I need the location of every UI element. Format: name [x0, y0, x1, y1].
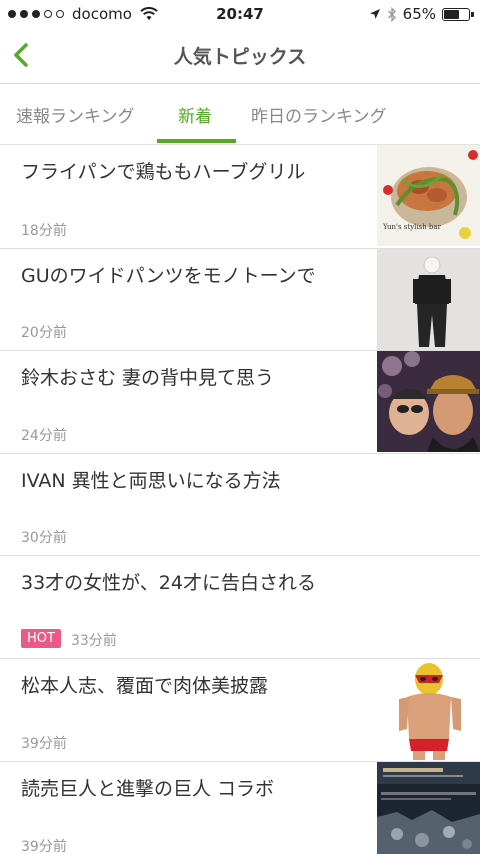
image-caption: Yun's stylish bar [382, 223, 442, 231]
list-item[interactable]: IVAN 異性と両思いになる方法 30分前 [0, 454, 480, 556]
topic-list: フライパンで鶏ももハーブグリル 18分前 Yun's stylish bar G… [0, 145, 480, 854]
article-title: 33才の女性が、24才に告白される [21, 572, 316, 594]
article-time: 18分前 [21, 223, 67, 239]
article-title: IVAN 異性と両思いになる方法 [21, 470, 281, 492]
article-time: 39分前 [21, 839, 67, 854]
tab-breaking-ranking[interactable]: 速報ランキング [16, 102, 135, 127]
list-item[interactable]: GUのワイドパンツをモノトーンで 20分前 [0, 249, 480, 351]
article-time: 20分前 [21, 325, 67, 341]
article-title: フライパンで鶏ももハーブグリル [21, 161, 306, 183]
page-title: 人気トピックス [173, 46, 307, 68]
bluetooth-icon [387, 6, 396, 22]
article-title: 松本人志、覆面で肉体美披露 [21, 675, 269, 697]
article-title: 読売巨人と進撃の巨人 コラボ [21, 778, 275, 800]
article-time: 30分前 [21, 530, 67, 546]
tab-bar: 速報ランキング 新着 昨日のランキング [0, 85, 480, 145]
nav-bar: 人気トピックス [0, 28, 480, 84]
attack-on-titan-collab-poster [377, 762, 480, 854]
active-tab-indicator [157, 139, 236, 143]
hot-badge: HOT [21, 629, 61, 648]
tab-new[interactable]: 新着 [178, 102, 212, 127]
list-item[interactable]: 読売巨人と進撃の巨人 コラボ 39分前 [0, 762, 480, 854]
battery-fill [444, 9, 459, 19]
location-arrow-icon [369, 9, 380, 19]
article-title: 鈴木おさむ 妻の背中見て思う [21, 367, 275, 389]
battery-percent: 65% [402, 5, 436, 23]
masked-wrestler-photo [377, 659, 480, 760]
battery-icon [442, 7, 474, 21]
article-time: 24分前 [21, 428, 67, 444]
list-item[interactable]: 33才の女性が、24才に告白される HOT 33分前 [0, 556, 480, 659]
status-bar: docomo 20:47 65% [0, 0, 480, 28]
list-item[interactable]: 鈴木おさむ 妻の背中見て思う 24分前 [0, 351, 480, 454]
article-time: 33分前 [71, 633, 117, 649]
herb-grilled-chicken-photo: Yun's stylish bar [377, 145, 480, 246]
article-title: GUのワイドパンツをモノトーンで [21, 265, 316, 287]
monotone-outfit-photo [377, 249, 480, 350]
couple-selfie-photo [377, 351, 480, 452]
list-item[interactable]: フライパンで鶏ももハーブグリル 18分前 Yun's stylish bar [0, 145, 480, 249]
status-right: 65% [369, 5, 474, 23]
list-item[interactable]: 松本人志、覆面で肉体美披露 39分前 [0, 659, 480, 762]
tab-yesterday-ranking[interactable]: 昨日のランキング [251, 102, 387, 127]
article-time: 39分前 [21, 736, 67, 752]
